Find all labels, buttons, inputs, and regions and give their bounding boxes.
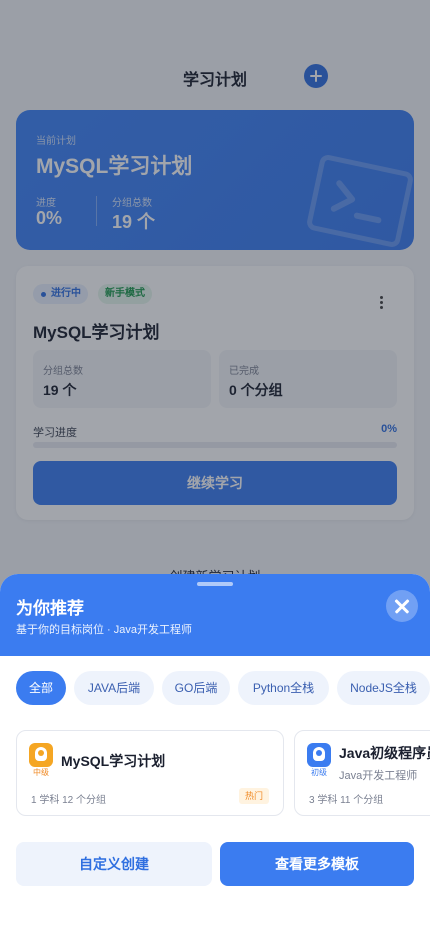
more-templates-button[interactable]: 查看更多模板: [220, 842, 414, 886]
chip-nodejs[interactable]: NodeJS全栈: [337, 671, 430, 705]
sheet-subtitle: 基于你的目标岗位 · Java开发工程师: [16, 624, 193, 636]
chip-java[interactable]: JAVA后端: [74, 671, 154, 705]
custom-create-button[interactable]: 自定义创建: [16, 842, 212, 886]
template-title: MySQL学习计划: [61, 753, 166, 769]
close-icon[interactable]: [386, 590, 418, 622]
level-badge-icon: [307, 743, 331, 767]
template-role: Java开发工程师: [339, 770, 418, 782]
template-card[interactable]: 初级 Java初级程序员 Java开发工程师 3 学科 11 个分组: [294, 730, 430, 816]
template-meta: 3 学科 11 个分组: [309, 795, 384, 806]
chip-all[interactable]: 全部: [16, 671, 66, 705]
sheet-header: 为你推荐 基于你的目标岗位 · Java开发工程师: [0, 574, 430, 656]
template-card[interactable]: 中级 MySQL学习计划 1 学科 12 个分组 热门: [16, 730, 284, 816]
chip-python[interactable]: Python全栈: [238, 671, 329, 705]
level-badge-icon: [29, 743, 53, 767]
template-meta: 1 学科 12 个分组: [31, 795, 107, 806]
category-chips: 全部 JAVA后端 GO后端 Python全栈 NodeJS全栈: [16, 671, 430, 705]
level-label: 初级: [311, 768, 327, 777]
chip-go[interactable]: GO后端: [162, 671, 230, 705]
template-title: Java初级程序员: [339, 745, 430, 761]
recommend-sheet: 为你推荐 基于你的目标岗位 · Java开发工程师 全部 JAVA后端 GO后端…: [0, 574, 430, 932]
sheet-title: 为你推荐: [16, 599, 84, 618]
drag-handle[interactable]: [197, 582, 233, 586]
hot-badge: 热门: [238, 788, 269, 804]
level-label: 中级: [33, 768, 49, 777]
